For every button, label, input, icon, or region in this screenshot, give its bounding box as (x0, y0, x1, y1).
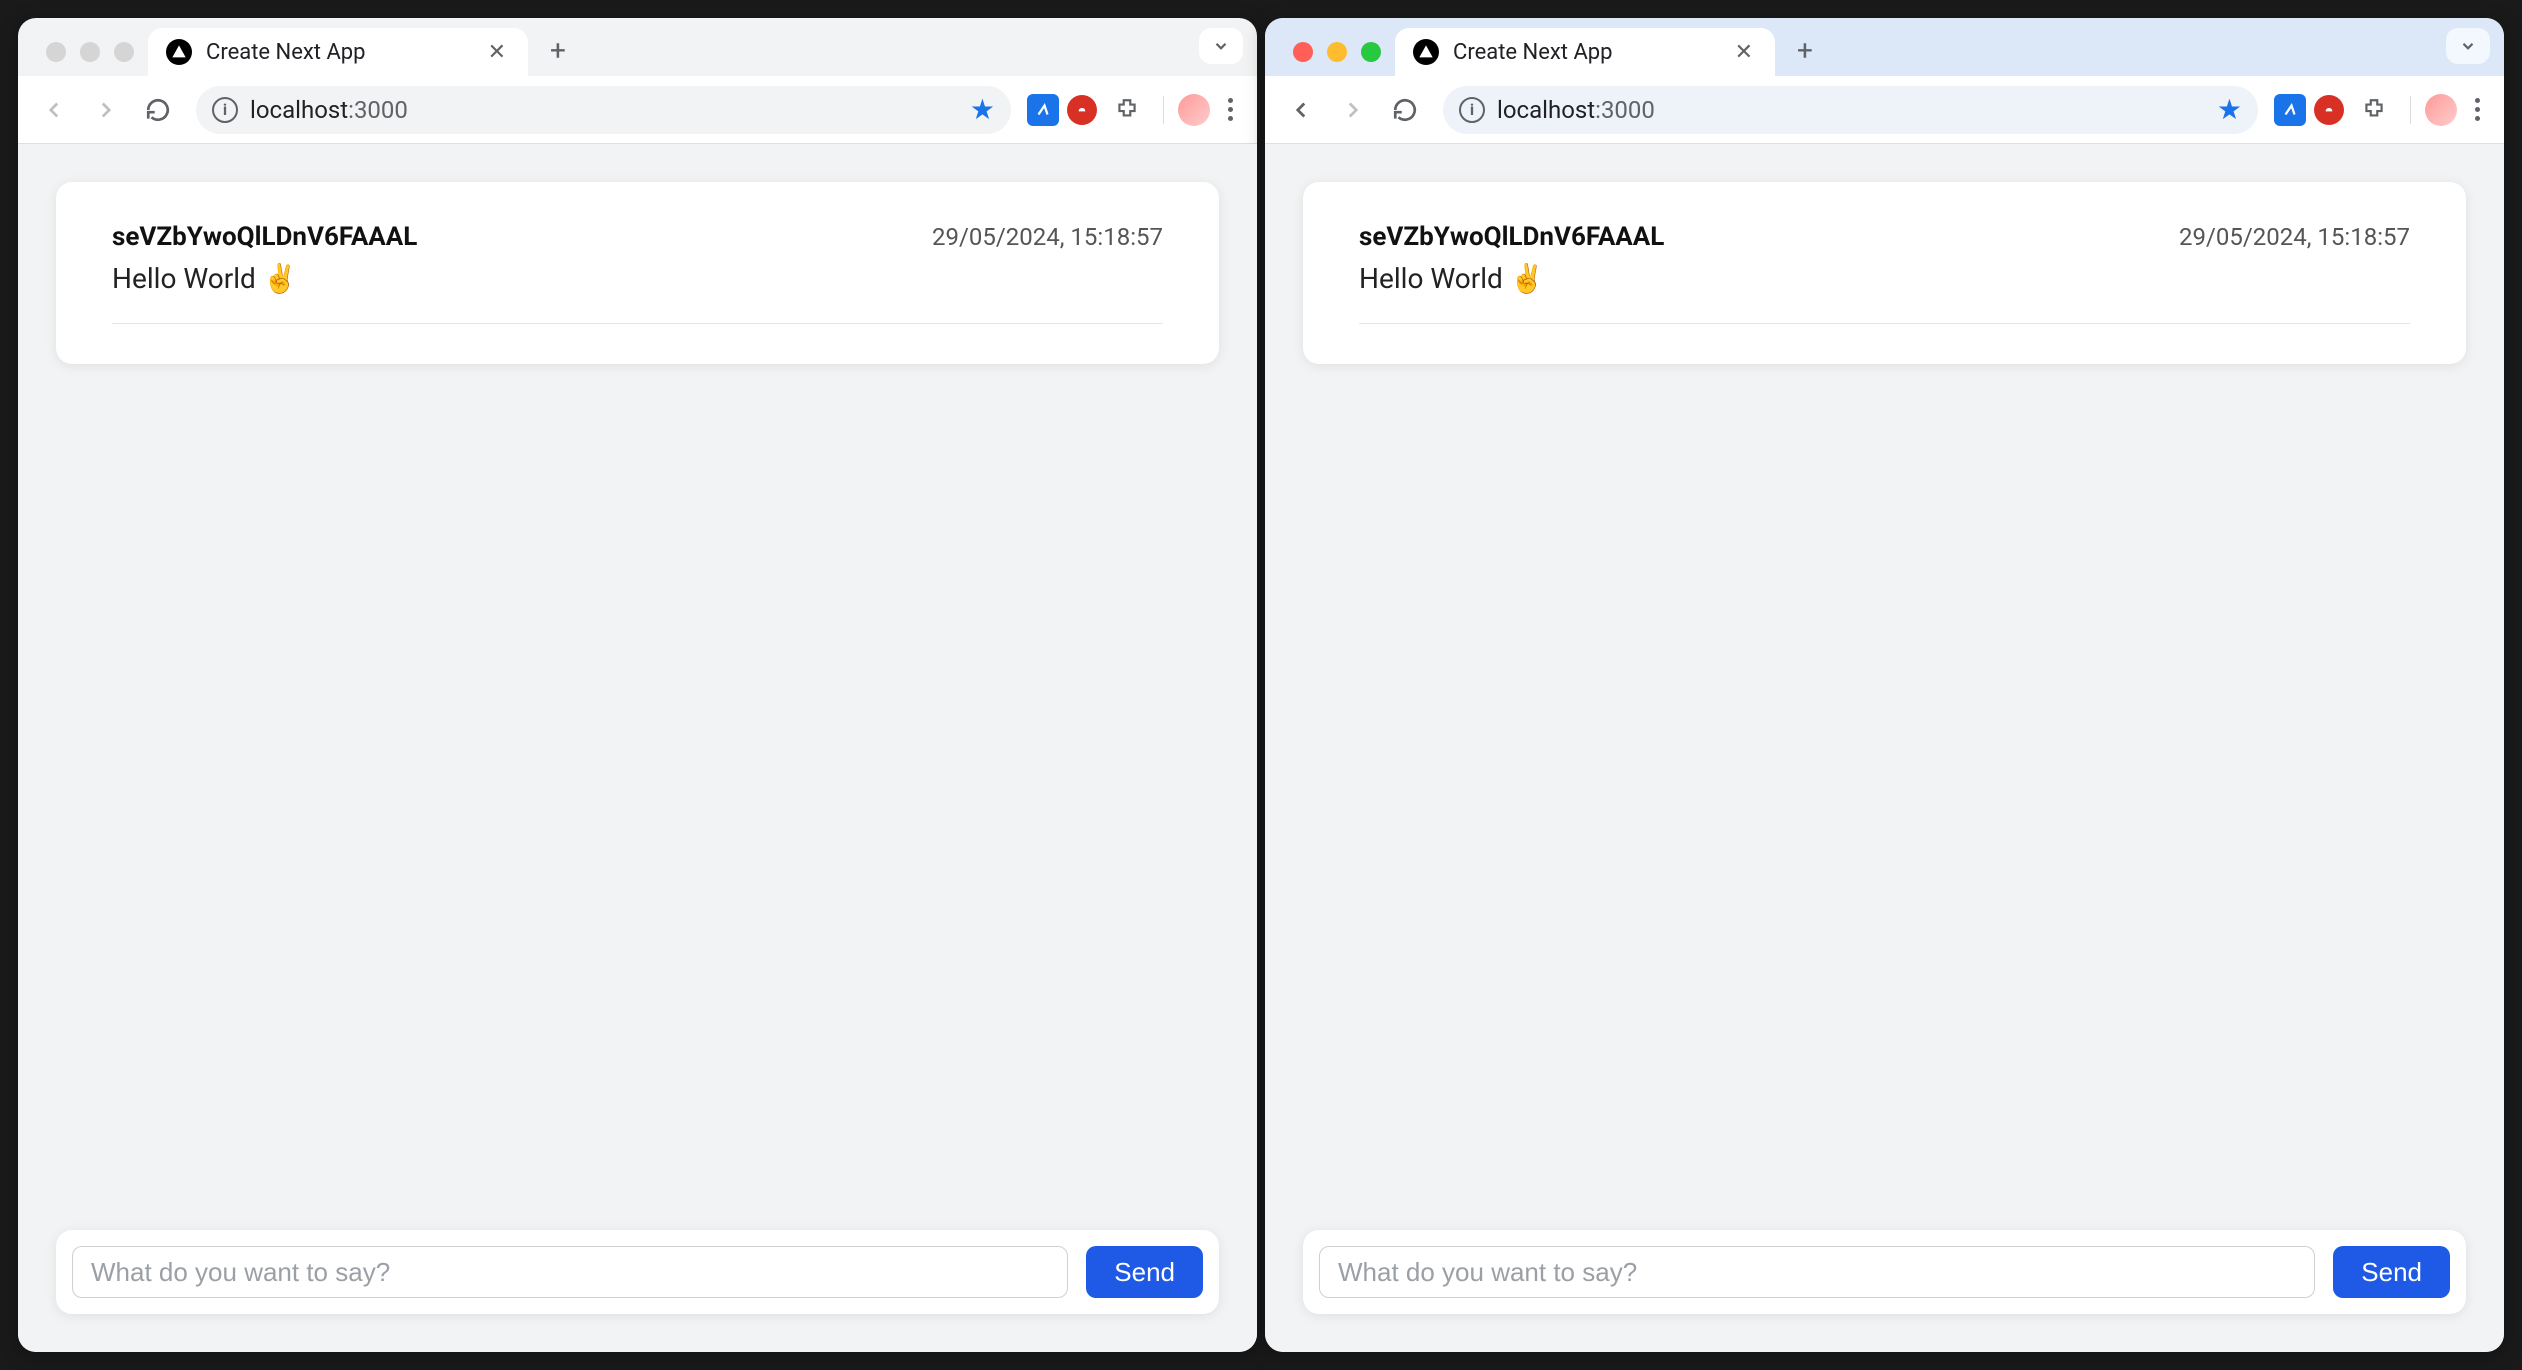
favicon-icon (166, 39, 192, 65)
browser-window-left: Create Next App ✕ + i localhost:3000 ★ (18, 18, 1257, 1352)
message-card: seVZbYwoQlLDnV6FAAAL 29/05/2024, 15:18:5… (1303, 182, 2466, 364)
address-bar[interactable]: i localhost:3000 ★ (1443, 86, 2258, 134)
extensions-icon[interactable] (1105, 88, 1149, 132)
bookmark-star-icon[interactable]: ★ (970, 93, 995, 126)
send-button[interactable]: Send (1086, 1246, 1203, 1298)
page-content: seVZbYwoQlLDnV6FAAAL 29/05/2024, 15:18:5… (1265, 144, 2504, 1352)
traffic-minimize-icon[interactable] (1327, 42, 1347, 62)
browser-tab[interactable]: Create Next App ✕ (1395, 28, 1775, 76)
traffic-close-icon[interactable] (1293, 42, 1313, 62)
page-content: seVZbYwoQlLDnV6FAAAL 29/05/2024, 15:18:5… (18, 144, 1257, 1352)
site-info-icon[interactable]: i (1459, 97, 1485, 123)
message-body: Hello World ✌️ (1359, 262, 2410, 295)
toolbar-separator (2410, 96, 2411, 124)
site-info-icon[interactable]: i (212, 97, 238, 123)
extension-1-icon[interactable] (1027, 94, 1059, 126)
url-text: localhost:3000 (250, 96, 958, 124)
tab-title: Create Next App (206, 40, 470, 65)
reload-button[interactable] (1383, 88, 1427, 132)
extension-2-icon[interactable] (2314, 95, 2344, 125)
message-username: seVZbYwoQlLDnV6FAAAL (112, 222, 417, 252)
toolbar: i localhost:3000 ★ (18, 76, 1257, 144)
message-composer: Send (56, 1230, 1219, 1314)
traffic-zoom-icon[interactable] (114, 42, 134, 62)
tab-search-button[interactable] (1199, 28, 1243, 64)
tab-title: Create Next App (1453, 40, 1717, 65)
forward-button[interactable] (1331, 88, 1375, 132)
message-username: seVZbYwoQlLDnV6FAAAL (1359, 222, 1664, 252)
message-input[interactable] (1319, 1246, 2315, 1298)
tab-strip: Create Next App ✕ + (18, 18, 1257, 76)
address-bar[interactable]: i localhost:3000 ★ (196, 86, 1011, 134)
message-row: seVZbYwoQlLDnV6FAAAL 29/05/2024, 15:18:5… (112, 222, 1163, 324)
message-card: seVZbYwoQlLDnV6FAAAL 29/05/2024, 15:18:5… (56, 182, 1219, 364)
tab-search-button[interactable] (2446, 28, 2490, 64)
chrome-menu-icon[interactable] (2465, 98, 2490, 121)
back-button[interactable] (32, 88, 76, 132)
message-timestamp: 29/05/2024, 15:18:57 (932, 223, 1163, 251)
extension-1-icon[interactable] (2274, 94, 2306, 126)
message-timestamp: 29/05/2024, 15:18:57 (2179, 223, 2410, 251)
new-tab-button[interactable]: + (1785, 30, 1825, 70)
message-body: Hello World ✌️ (112, 262, 1163, 295)
bookmark-star-icon[interactable]: ★ (2217, 93, 2242, 126)
tab-close-icon[interactable]: ✕ (484, 40, 510, 65)
reload-button[interactable] (136, 88, 180, 132)
traffic-close-icon[interactable] (46, 42, 66, 62)
browser-tab[interactable]: Create Next App ✕ (148, 28, 528, 76)
profile-avatar[interactable] (1178, 94, 1210, 126)
traffic-lights (32, 42, 148, 76)
send-button[interactable]: Send (2333, 1246, 2450, 1298)
forward-button[interactable] (84, 88, 128, 132)
traffic-zoom-icon[interactable] (1361, 42, 1381, 62)
back-button[interactable] (1279, 88, 1323, 132)
message-header: seVZbYwoQlLDnV6FAAAL 29/05/2024, 15:18:5… (112, 222, 1163, 252)
tab-strip: Create Next App ✕ + (1265, 18, 2504, 76)
extension-2-icon[interactable] (1067, 95, 1097, 125)
message-row: seVZbYwoQlLDnV6FAAAL 29/05/2024, 15:18:5… (1359, 222, 2410, 324)
traffic-minimize-icon[interactable] (80, 42, 100, 62)
message-input[interactable] (72, 1246, 1068, 1298)
url-text: localhost:3000 (1497, 96, 2205, 124)
extensions-icon[interactable] (2352, 88, 2396, 132)
browser-window-right: Create Next App ✕ + i localhost:3000 ★ (1265, 18, 2504, 1352)
traffic-lights (1279, 42, 1395, 76)
toolbar: i localhost:3000 ★ (1265, 76, 2504, 144)
message-header: seVZbYwoQlLDnV6FAAAL 29/05/2024, 15:18:5… (1359, 222, 2410, 252)
tab-close-icon[interactable]: ✕ (1731, 40, 1757, 65)
favicon-icon (1413, 39, 1439, 65)
profile-avatar[interactable] (2425, 94, 2457, 126)
toolbar-separator (1163, 96, 1164, 124)
new-tab-button[interactable]: + (538, 30, 578, 70)
message-composer: Send (1303, 1230, 2466, 1314)
chrome-menu-icon[interactable] (1218, 98, 1243, 121)
